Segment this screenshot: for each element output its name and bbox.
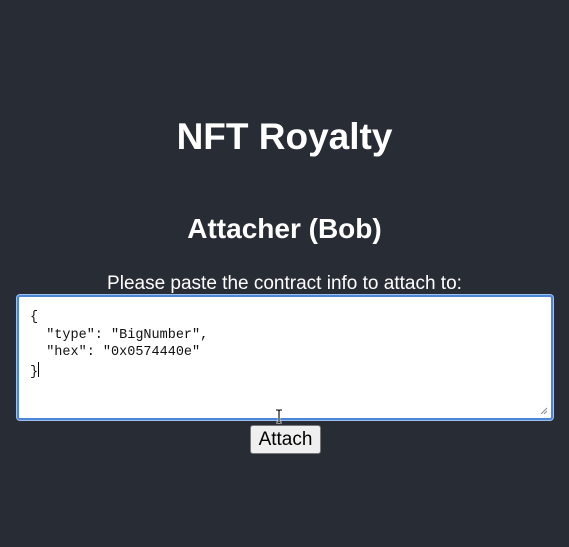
contract-info-line: } (30, 364, 39, 380)
text-caret (38, 361, 40, 377)
contract-info-line: "type": "BigNumber", (30, 327, 209, 343)
attach-button[interactable]: Attach (250, 425, 321, 454)
app-title: NFT Royalty (176, 116, 393, 157)
contract-info-line: { (30, 310, 39, 325)
resize-grip-icon[interactable] (540, 407, 548, 415)
attacher-heading: Attacher (Bob) (187, 213, 382, 244)
contract-info-prompt: Please paste the contract info to attach… (107, 273, 462, 294)
contract-info-line: "hex": "0x0574440e" (30, 345, 201, 360)
contract-info-textarea[interactable]: { "type": "BigNumber", "hex": "0x0574440… (17, 295, 553, 420)
text-ibeam-cursor-icon (276, 409, 282, 424)
